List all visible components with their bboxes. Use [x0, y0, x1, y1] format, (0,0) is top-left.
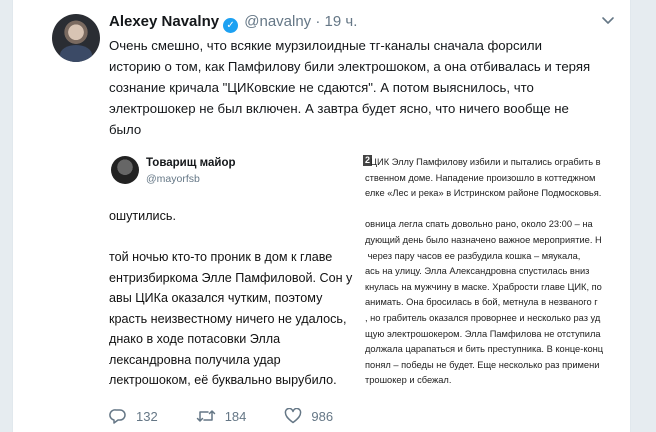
reply-icon	[109, 409, 126, 424]
retweet-icon	[196, 410, 215, 422]
quoted-author-handle: @mayorfsb	[146, 173, 200, 185]
tweet-header: Alexey Navalny ✓ @navalny · 19 ч.	[109, 12, 610, 33]
chevron-down-icon[interactable]	[600, 14, 616, 28]
screenshot-left[interactable]: Товарищ майор @mayorfsb ошутились. той н…	[109, 148, 357, 394]
like-icon	[285, 408, 302, 424]
tweet-text: Очень смешно, что всякие мурзилоидные тг…	[109, 38, 591, 137]
quoted-body: ошутились. той ночью кто-то проник в дом…	[109, 209, 353, 387]
retweet-count: 184	[224, 408, 247, 424]
screenshot-right[interactable]: 2 ЦИК Эллу Памфилову избили и пытались о…	[363, 148, 619, 394]
like-button[interactable]: 986	[284, 408, 333, 424]
quoted-author-name: Товарищ майор	[146, 157, 236, 169]
tweet-media[interactable]: Товарищ майор @mayorfsb ошутились. той н…	[109, 148, 619, 394]
author-avatar[interactable]	[52, 14, 100, 62]
quoted-avatar	[111, 156, 139, 184]
avatar-figure	[60, 45, 92, 62]
verified-icon: ✓	[223, 18, 239, 33]
author-name[interactable]: Alexey Navalny	[109, 13, 219, 30]
reply-count: 132	[136, 408, 158, 424]
like-count: 986	[311, 408, 334, 424]
tweet-card: Alexey Navalny ✓ @navalny · 19 ч. Очень с…	[12, 0, 631, 432]
tweet-actions: 132 184 986	[109, 405, 371, 427]
tweet-time[interactable]: 19 ч.	[325, 13, 358, 30]
retweet-button[interactable]: 184	[196, 408, 247, 424]
author-handle[interactable]: @navalny	[244, 13, 311, 30]
reply-button[interactable]: 132	[109, 408, 158, 424]
quoted-article-body: ЦИК Эллу Памфилову избили и пытались огр…	[365, 157, 604, 386]
separator: ·	[315, 13, 321, 30]
